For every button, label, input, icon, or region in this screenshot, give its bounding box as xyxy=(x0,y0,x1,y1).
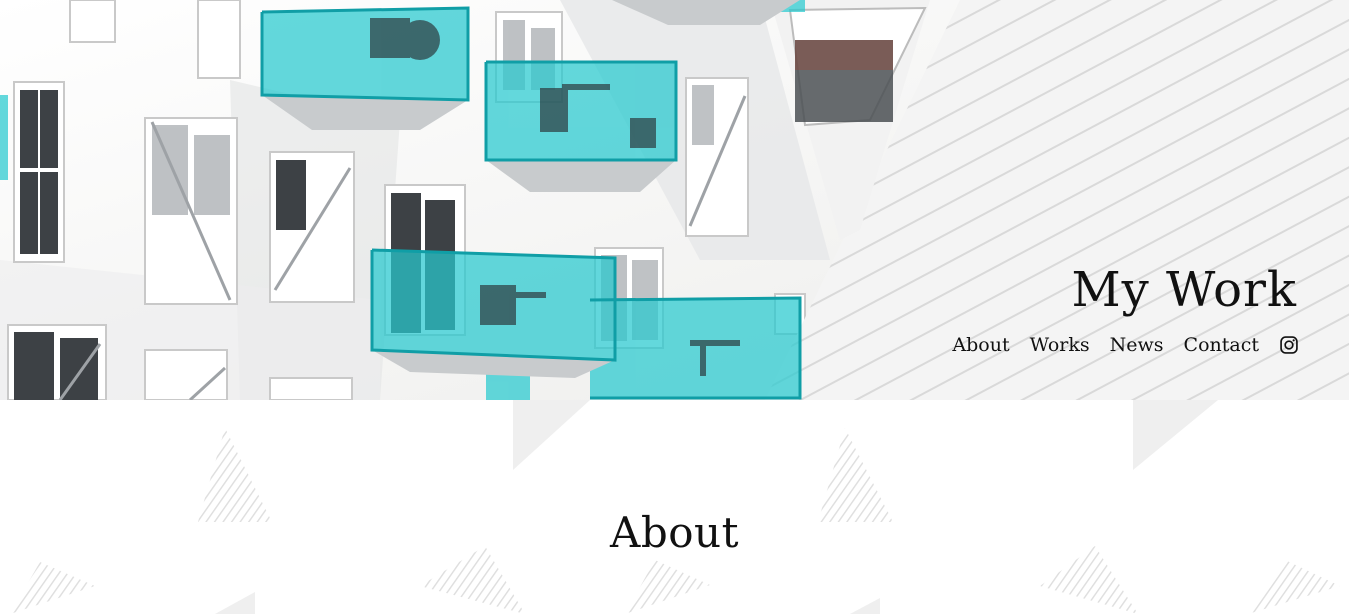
triangle-pattern-background xyxy=(10,400,1340,614)
nav-item-works[interactable]: Works xyxy=(1030,334,1090,356)
instagram-icon[interactable] xyxy=(1279,335,1299,355)
hero-header: My Work About Works News Contact xyxy=(0,0,1349,400)
site-title[interactable]: My Work xyxy=(1071,262,1297,318)
about-heading: About xyxy=(610,508,739,557)
nav-item-contact[interactable]: Contact xyxy=(1184,334,1259,356)
main-nav: About Works News Contact xyxy=(952,334,1299,356)
nav-item-news[interactable]: News xyxy=(1110,334,1164,356)
nav-item-about[interactable]: About xyxy=(952,334,1009,356)
about-section: About xyxy=(0,400,1349,614)
